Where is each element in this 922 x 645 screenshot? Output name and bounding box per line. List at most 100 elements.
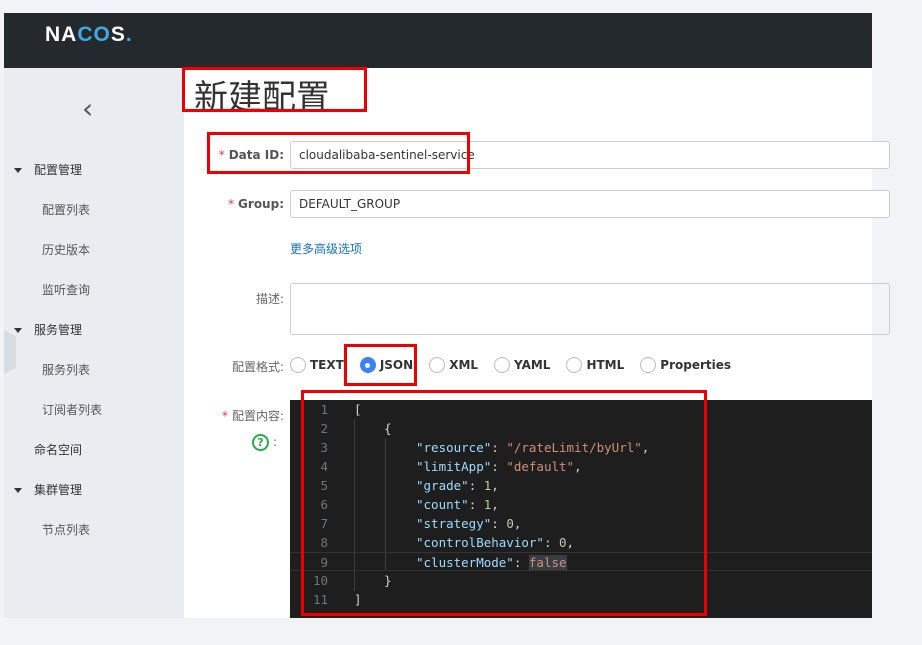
line-number: 8 [320,535,328,550]
top-header: NACOS. [4,13,872,68]
line-number: 3 [320,440,328,455]
radio-circle[interactable] [566,357,583,373]
page-title: 新建配置 [194,78,330,118]
code-line: 11] [290,590,872,609]
caret-down-icon [14,328,22,333]
code-text: { [384,421,392,436]
sidebar-item-subscribers[interactable]: 订阅者列表 [42,401,102,418]
sidebar: ‹ 配置管理 配置列表 历史版本 监听查询 服务管理 服务列表 订阅者列表 命名… [4,68,184,618]
code-line: 5 "grade": 1, [290,476,872,495]
line-number: 9 [320,555,328,570]
code-line: 7 "strategy": 0, [290,514,872,533]
help-colon: : [273,435,278,449]
json-key: "grade" [416,478,469,493]
radio-circle[interactable] [429,357,446,373]
caret-down-icon [14,168,22,173]
format-radio-group: TEXT JSON XML YAML HTML Properties [290,357,747,373]
sidebar-group-service[interactable]: 服务管理 [14,321,82,338]
sidebar-item-namespace[interactable]: 命名空间 [34,441,82,458]
line-number: 5 [320,478,328,493]
code-line: 4 "limitApp": "default", [290,457,872,476]
code-text: [ [354,402,362,417]
nacos-logo[interactable]: NACOS. [45,23,133,47]
sidebar-item-config-list[interactable]: 配置列表 [42,201,90,218]
sidebar-group-cluster[interactable]: 集群管理 [14,481,82,498]
label-text: 配置内容: [231,409,284,423]
advanced-options-link[interactable]: 更多高级选项 [290,240,362,257]
json-key: "count" [416,497,469,512]
group-label: * Group: [184,197,284,211]
radio-circle[interactable] [494,357,511,373]
radio-circle[interactable] [290,357,306,373]
code-editor[interactable]: 1[ 2{ 3 "resource": "/rateLimit/byUrl", 4… [290,400,872,618]
radio-circle[interactable] [359,357,376,373]
main-content: 新建配置 * Data ID: cloudalibaba-sentinel-ser… [182,67,890,618]
line-number: 4 [320,459,328,474]
json-value: 1 [483,478,492,493]
sidebar-drag-handle[interactable] [4,330,16,374]
code-line: 6 "count": 1, [290,495,872,514]
description-label: 描述: [255,292,284,306]
label-text: Group: [238,197,284,211]
code-line: 2{ [290,419,872,438]
code-line: 3 "resource": "/rateLimit/byUrl", [290,438,872,457]
radio-label: XML [449,358,479,372]
code-line-current: 9 "clusterMode": false [290,552,872,571]
content-label: * 配置内容: [184,407,284,424]
sidebar-item-listener-query[interactable]: 监听查询 [42,281,90,298]
description-textarea[interactable] [290,283,890,335]
caret-down-icon [14,488,22,493]
radio-label: JSON [379,358,414,372]
format-radio-yaml[interactable]: YAML [494,357,550,373]
line-number: 10 [312,573,328,588]
json-value: "/rateLimit/byUrl" [506,440,642,455]
line-number: 11 [312,592,328,607]
line-number: 1 [320,402,328,417]
json-value: 0 [559,535,567,550]
format-radio-html[interactable]: HTML [566,357,624,373]
json-key: "limitApp" [416,459,492,474]
code-line: 10} [290,571,872,590]
radio-label: YAML [514,358,551,372]
help-icon[interactable]: ? [252,434,269,451]
format-radio-xml[interactable]: XML [429,357,478,373]
line-number: 6 [320,497,328,512]
chevron-left-icon[interactable]: ‹ [82,92,93,125]
required-mark: * [228,197,235,211]
code-line: 1[ [290,400,872,419]
sidebar-item-service-list[interactable]: 服务列表 [42,361,90,378]
json-value: false [528,555,567,570]
format-label: 配置格式: [231,360,284,374]
data-id-label: * Data ID: [184,148,284,162]
radio-label: Properties [660,358,732,372]
sidebar-label: 服务管理 [34,323,83,337]
sidebar-item-history[interactable]: 历史版本 [42,241,90,258]
radio-circle[interactable] [640,357,657,373]
sidebar-group-config[interactable]: 配置管理 [14,161,82,178]
sidebar-item-node-list[interactable]: 节点列表 [42,521,90,538]
json-key: "clusterMode" [416,555,514,570]
format-radio-text[interactable]: TEXT [290,357,344,373]
data-id-input[interactable]: cloudalibaba-sentinel-service [290,141,890,169]
required-mark: * [218,148,225,162]
line-number: 2 [320,421,328,436]
json-value: "default" [506,459,575,474]
radio-label: TEXT [310,358,344,372]
json-key: "controlBehavior" [416,535,544,550]
code-text: ] [354,592,362,607]
code-line: 8 "controlBehavior": 0, [290,533,872,552]
sidebar-label: 集群管理 [34,483,83,497]
json-value: 1 [483,497,492,512]
group-input[interactable]: DEFAULT_GROUP [290,190,890,218]
code-text: } [384,573,392,588]
line-number: 7 [320,516,328,531]
json-key: "strategy" [416,516,492,531]
radio-label: HTML [586,358,625,372]
sidebar-label: 配置管理 [34,163,83,177]
format-radio-json[interactable]: JSON [359,357,414,373]
json-key: "resource" [416,440,492,455]
json-value: 0 [506,516,514,531]
required-mark: * [221,409,228,423]
label-text: Data ID: [228,148,284,162]
format-radio-properties[interactable]: Properties [640,357,731,373]
